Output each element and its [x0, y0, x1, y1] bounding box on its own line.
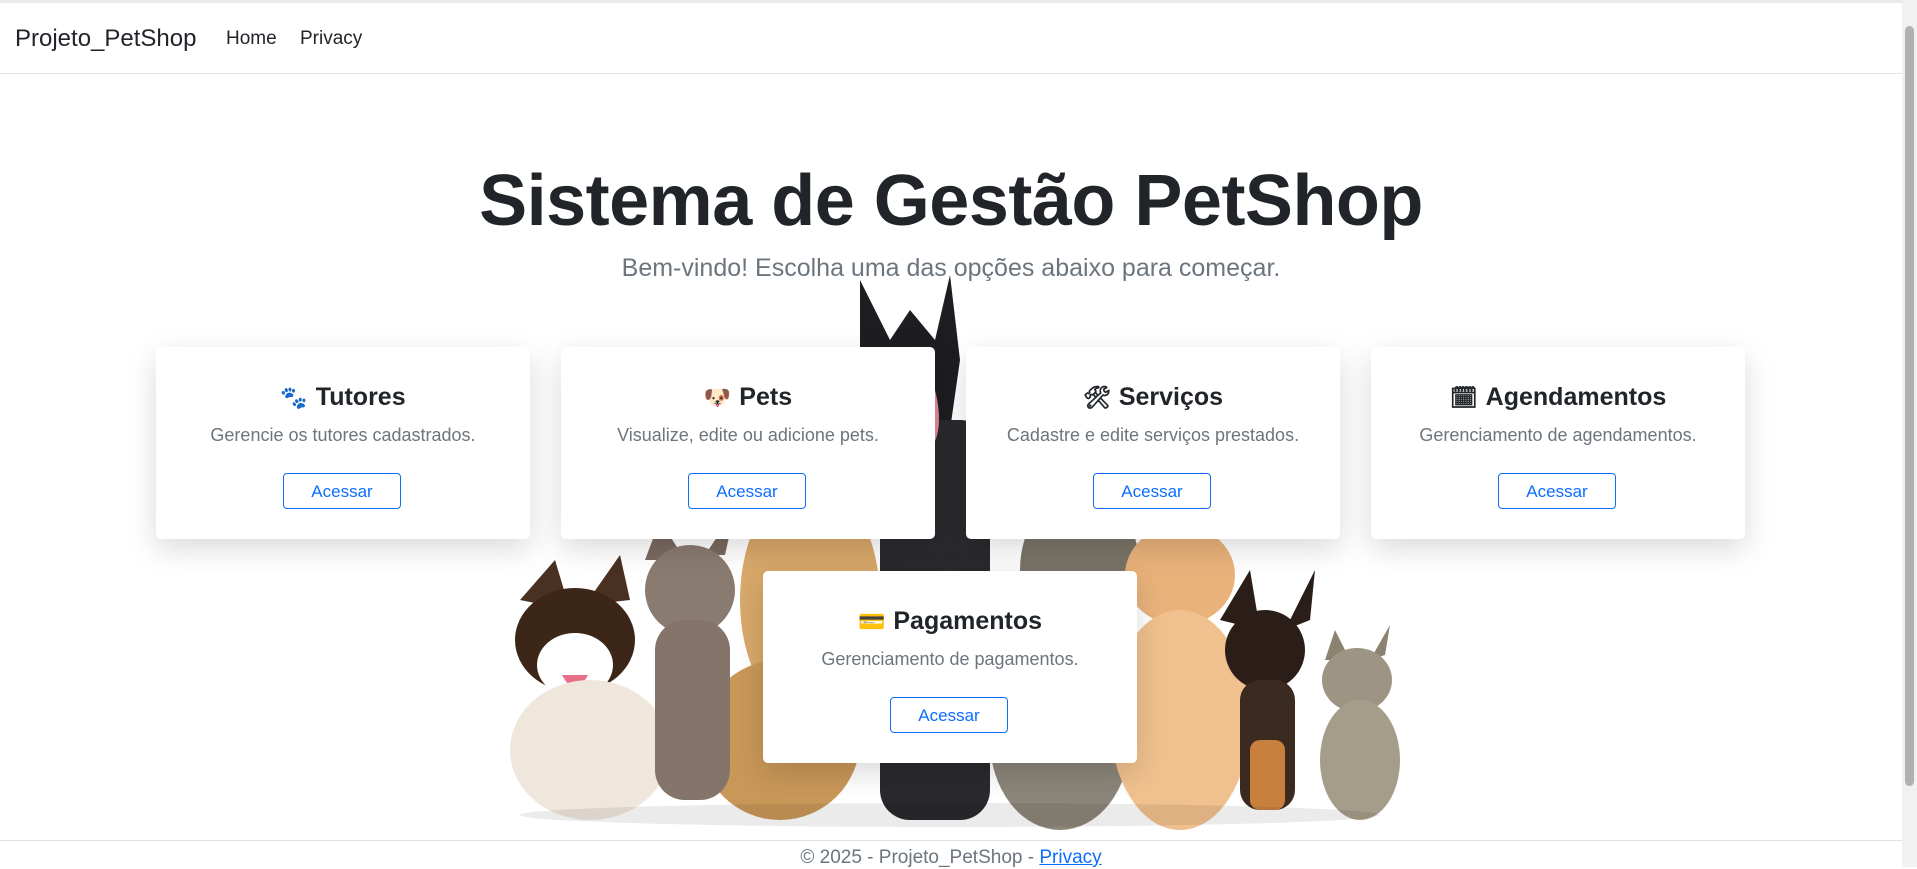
card-description: Gerenciamento de pagamentos. — [821, 649, 1079, 669]
page-subtitle: Bem-vindo! Escolha uma das opções abaixo… — [621, 254, 1281, 282]
card-title: 💳 Pagamentos — [763, 607, 1137, 636]
footer-privacy-link[interactable]: Privacy — [1039, 847, 1101, 868]
scrollbar-thumb[interactable] — [1905, 26, 1914, 786]
calendar-icon: 🗓 — [1449, 385, 1478, 410]
card-title: 🐾 Tutores — [156, 383, 530, 412]
card-title: 🛠 Serviços — [966, 383, 1340, 412]
card-servicos: 🛠 Serviços Cadastre e edite serviços pres… — [966, 347, 1340, 539]
agendamentos-access-button[interactable]: Acessar — [1498, 473, 1616, 509]
credit-card-icon: 💳 — [857, 609, 886, 634]
tutores-access-button[interactable]: Acessar — [283, 473, 401, 509]
brand-link[interactable]: Projeto_PetShop — [15, 25, 196, 53]
paw-prints-icon: 🐾 — [280, 385, 308, 410]
card-title-text: Pagamentos — [893, 607, 1043, 635]
servicos-access-button[interactable]: Acessar — [1093, 473, 1211, 509]
page-title: Sistema de Gestão PetShop — [479, 161, 1423, 241]
card-tutores: 🐾 Tutores Gerencie os tutores cadastrados… — [156, 347, 530, 539]
pets-access-button[interactable]: Acessar — [688, 473, 806, 509]
vertical-scrollbar[interactable] — [1902, 0, 1917, 867]
card-title-text: Agendamentos — [1485, 383, 1667, 411]
card-description: Visualize, edite ou adicione pets. — [617, 425, 879, 445]
card-title-text: Serviços — [1118, 383, 1224, 411]
pagamentos-access-button[interactable]: Acessar — [890, 697, 1008, 733]
footer-copyright: © 2025 - Projeto_PetShop - — [800, 847, 1040, 868]
card-description: Gerencie os tutores cadastrados. — [210, 425, 476, 445]
card-title: 🐶 Pets — [561, 383, 935, 412]
sphynx-cat-illustration — [645, 510, 735, 800]
card-agendamentos: 🗓 Agendamentos Gerenciamento de agendamen… — [1371, 347, 1745, 539]
navbar: Projeto_PetShop Home Privacy — [0, 3, 1902, 74]
card-description: Cadastre e edite serviços prestados. — [1006, 425, 1300, 445]
tabby-kitten-illustration — [1320, 625, 1400, 820]
dog-face-icon: 🐶 — [703, 385, 732, 410]
card-pets: 🐶 Pets Visualize, edite ou adicione pets.… — [561, 347, 935, 539]
card-description: Gerenciamento de agendamentos. — [1419, 425, 1697, 445]
nav-home-link[interactable]: Home — [226, 28, 277, 50]
card-title-text: Tutores — [315, 383, 406, 411]
nav-privacy-link[interactable]: Privacy — [300, 28, 362, 50]
card-title: 🗓 Agendamentos — [1371, 383, 1745, 412]
footer: © 2025 - Projeto_PetShop - Privacy — [0, 840, 1902, 868]
tools-icon: 🛠 — [1082, 385, 1111, 410]
card-title-text: Pets — [739, 383, 793, 411]
card-pagamentos: 💳 Pagamentos Gerenciamento de pagamentos.… — [763, 571, 1137, 763]
